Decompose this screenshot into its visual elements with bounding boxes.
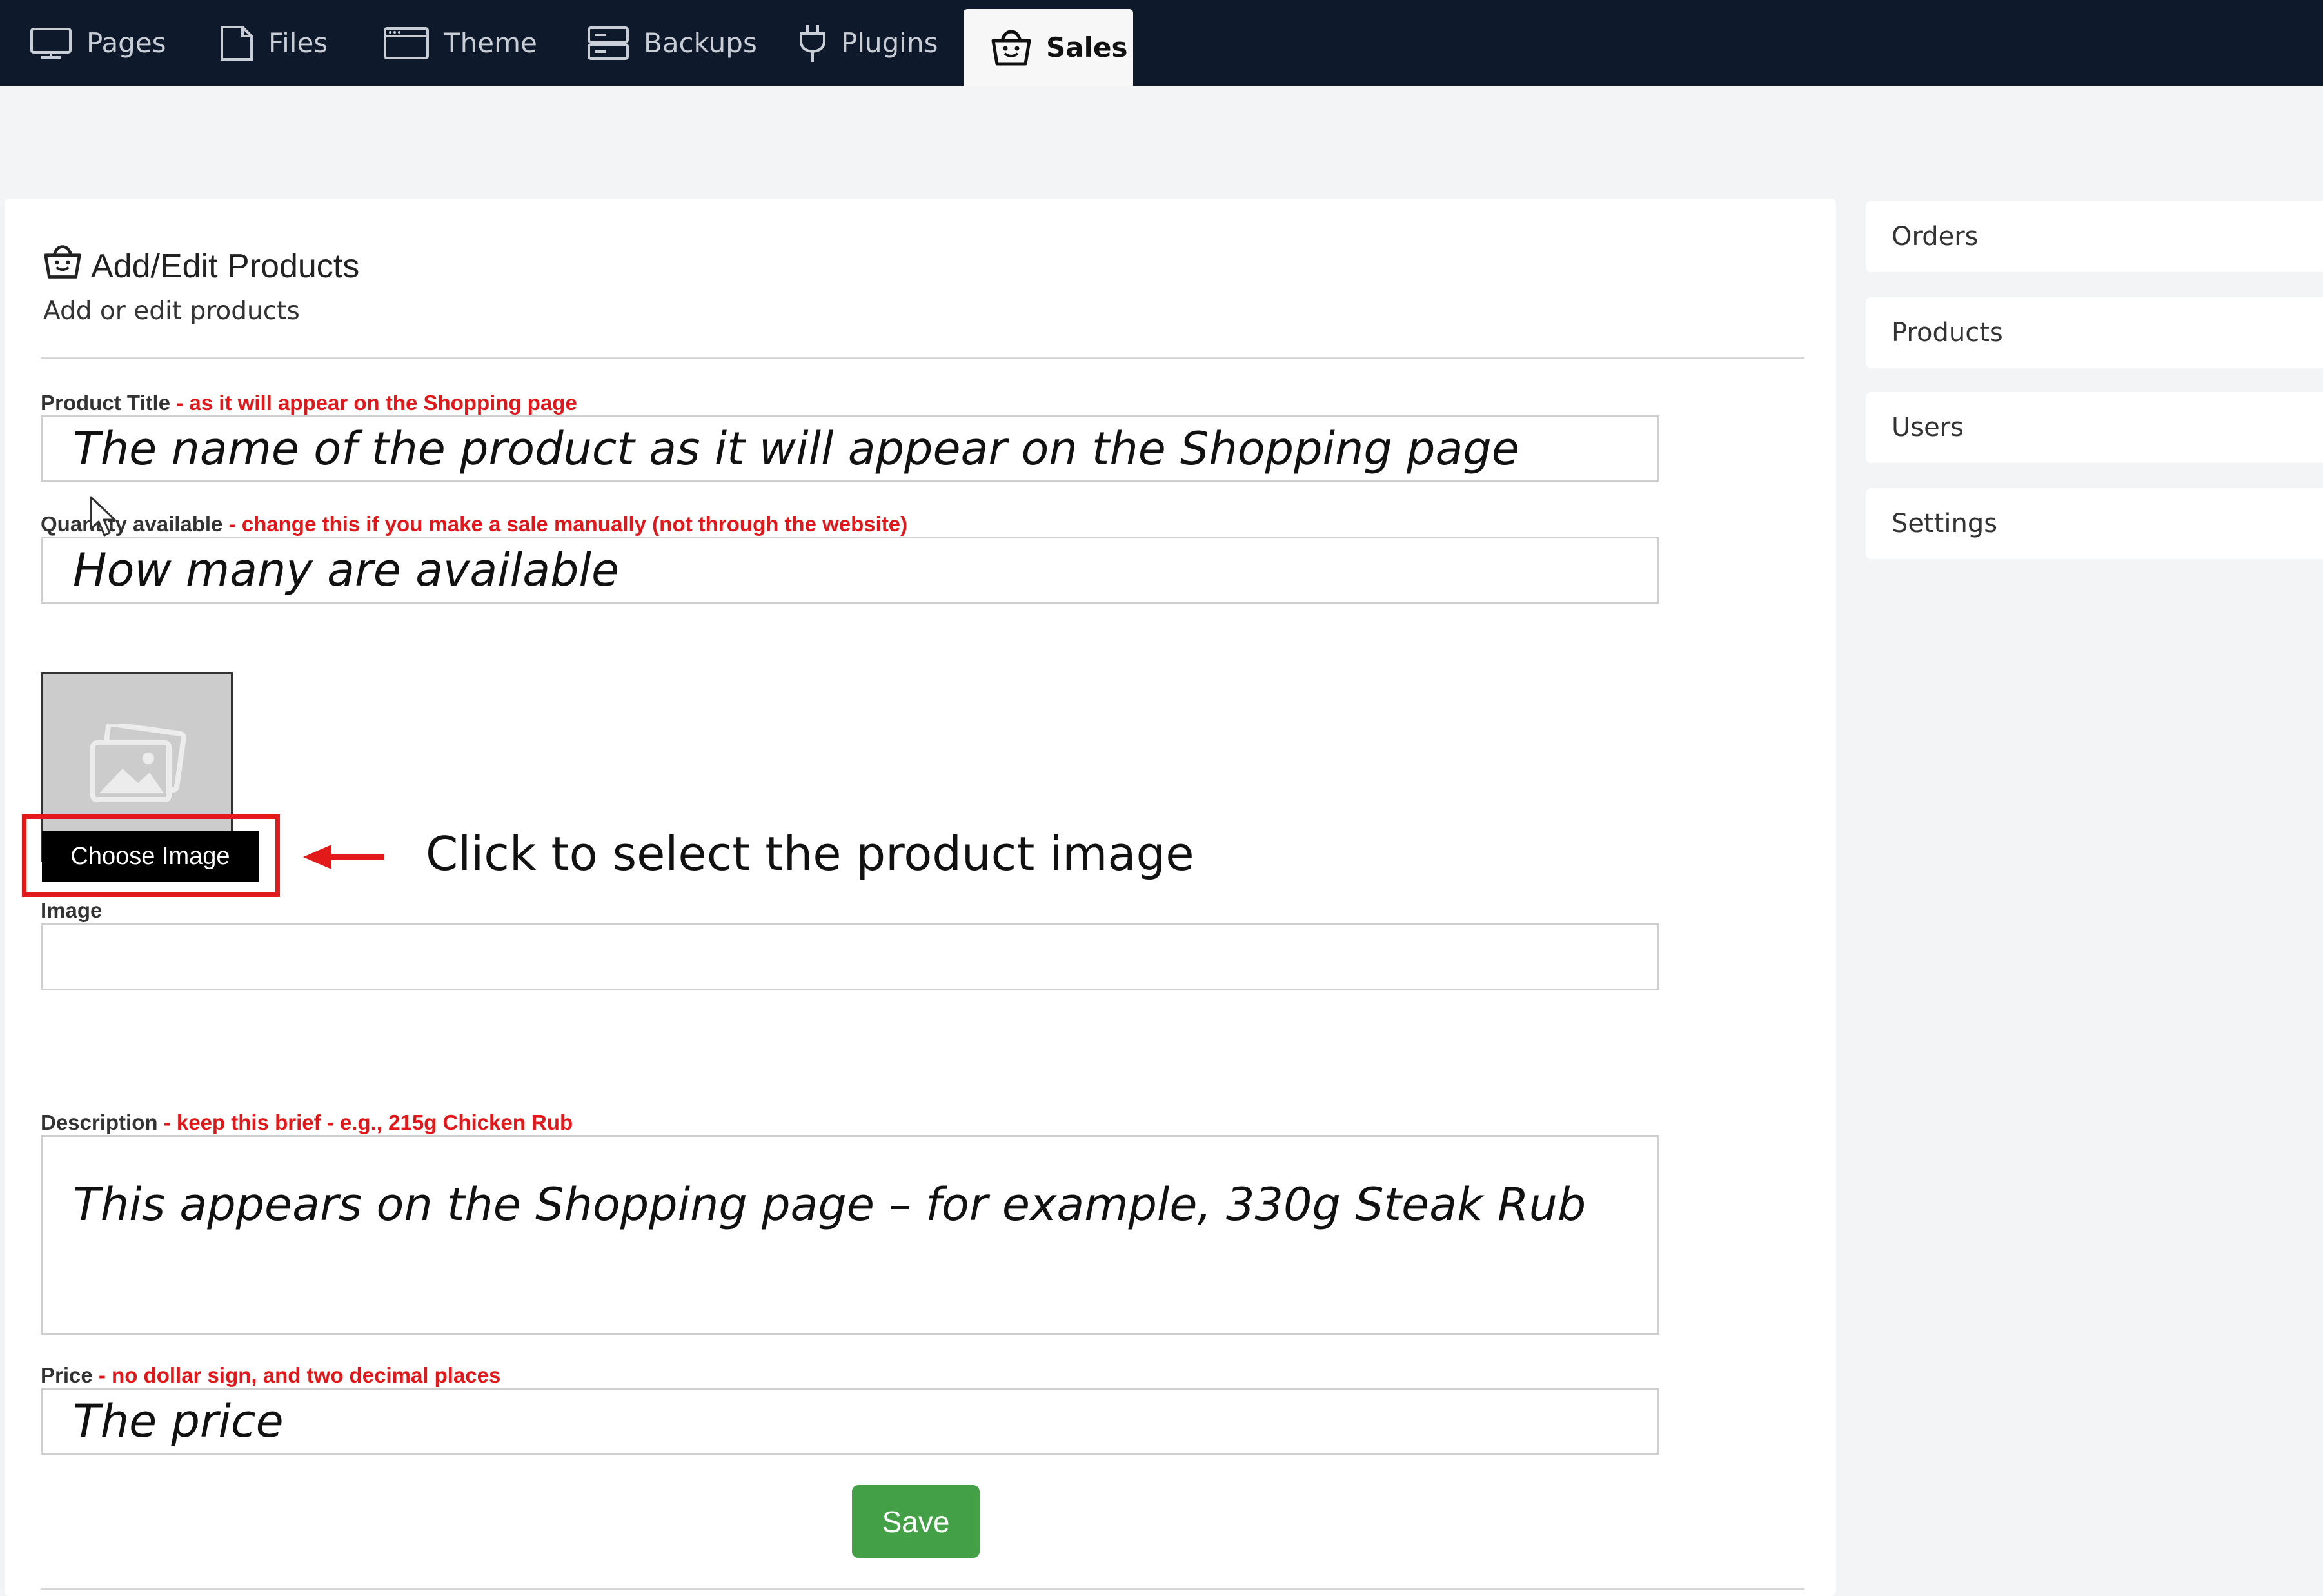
sidebar-item-label: Settings	[1892, 509, 1998, 538]
field-value: The price	[73, 1395, 284, 1448]
footer-divider	[41, 1588, 1804, 1590]
field-label: Product Title	[41, 391, 171, 415]
field-value: How many are available	[73, 544, 620, 596]
server-icon	[587, 26, 629, 61]
quantity-field[interactable]: How many are available	[41, 537, 1659, 604]
description-label: Description - keep this brief - e.g., 21…	[41, 1110, 573, 1135]
sidebar-item-products[interactable]: Products	[1866, 297, 2323, 368]
sidebar-item-label: Users	[1892, 413, 1964, 442]
sidebar-item-users[interactable]: Users	[1866, 392, 2323, 463]
quantity-label: Quantity available - change this if you …	[41, 512, 907, 537]
tab-label: Files	[268, 27, 328, 59]
tab-label: Plugins	[841, 27, 938, 59]
tab-label: Sales	[1046, 32, 1128, 63]
shopping-basket-icon	[991, 29, 1032, 66]
sidebar-item-orders[interactable]: Orders	[1866, 201, 2323, 272]
resize-handle-icon[interactable]	[1639, 1315, 1654, 1329]
price-label: Price - no dollar sign, and two decimal …	[41, 1363, 500, 1388]
tab-label: Backups	[644, 27, 757, 59]
field-hint: - change this if you make a sale manuall…	[222, 512, 908, 536]
price-field[interactable]: The price	[41, 1388, 1659, 1455]
tab-sales[interactable]: Sales	[964, 9, 1133, 86]
sidebar-item-label: Products	[1892, 318, 2003, 348]
tab-label: Theme	[444, 27, 537, 59]
card-header: Add/Edit Products Add or edit products	[43, 244, 359, 326]
field-label: Image	[41, 898, 103, 922]
field-label: Price	[41, 1363, 93, 1387]
tab-plugins[interactable]: Plugins	[798, 0, 938, 86]
shopping-basket-icon	[43, 244, 82, 288]
browser-window-icon	[383, 26, 430, 60]
tab-theme[interactable]: Theme	[383, 0, 537, 86]
description-textarea[interactable]: This appears on the Shopping page – for …	[41, 1135, 1659, 1335]
top-navigation-bar: Pages Files Theme Backups Plugins Sales	[0, 0, 2323, 86]
page-subtitle: Add or edit products	[43, 297, 300, 326]
image-placeholder-icon	[85, 721, 188, 811]
field-value: This appears on the Shopping page – for …	[73, 1178, 1587, 1231]
tab-files[interactable]: Files	[219, 0, 328, 86]
page-title-text: Add/Edit Products	[91, 247, 360, 285]
tab-pages[interactable]: Pages	[30, 0, 166, 86]
mouse-cursor-icon	[89, 495, 119, 541]
plug-icon	[798, 23, 827, 63]
field-label: Quantity available	[41, 512, 223, 536]
choose-image-button[interactable]: Choose Image	[42, 831, 259, 882]
image-path-field[interactable]	[41, 923, 1659, 990]
field-hint: - keep this brief - e.g., 215g Chicken R…	[157, 1110, 573, 1134]
product-title-label: Product Title - as it will appear on the…	[41, 391, 577, 415]
field-hint: - as it will appear on the Shopping page	[170, 391, 577, 415]
sidebar-item-settings[interactable]: Settings	[1866, 488, 2323, 559]
product-editor-card: Add/Edit Products Add or edit products P…	[5, 199, 1836, 1596]
save-button[interactable]: Save	[852, 1485, 980, 1558]
tab-label: Pages	[86, 27, 166, 59]
field-hint: - no dollar sign, and two decimal places	[92, 1363, 501, 1387]
monitor-icon	[30, 27, 72, 59]
annotation-text: Click to select the product image	[426, 827, 1194, 881]
field-label: Description	[41, 1110, 158, 1134]
header-divider	[41, 357, 1804, 359]
arrow-left-icon	[302, 842, 386, 875]
sidebar-item-label: Orders	[1892, 222, 1979, 251]
file-icon	[219, 25, 254, 62]
page-title: Add/Edit Products	[43, 244, 359, 288]
tab-backups[interactable]: Backups	[587, 0, 757, 86]
image-label: Image	[41, 898, 102, 923]
product-title-field[interactable]: The name of the product as it will appea…	[41, 415, 1659, 482]
highlight-box: Choose Image	[22, 814, 280, 897]
field-value: The name of the product as it will appea…	[73, 422, 1519, 475]
